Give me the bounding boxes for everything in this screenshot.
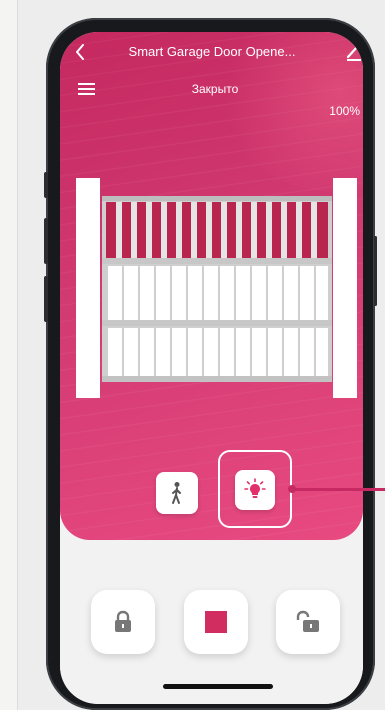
walking-person-icon [172, 482, 181, 504]
gate-upper-opening [106, 202, 328, 258]
phone-silent-switch [44, 172, 48, 198]
phone-volume-down [44, 276, 48, 322]
pedestrian-mode-button[interactable] [156, 472, 198, 514]
gate-illustration [76, 178, 357, 398]
light-bulb-icon [244, 478, 266, 498]
page-title: Smart Garage Door Opene... [128, 44, 296, 59]
open-button[interactable] [276, 590, 340, 654]
open-percentage: 100% [329, 104, 360, 118]
door-status-label: Закрыто [191, 82, 239, 96]
edit-icon[interactable] [345, 42, 363, 62]
background-panel [0, 0, 18, 710]
lock-closed-icon [115, 610, 131, 632]
light-button[interactable] [235, 470, 275, 510]
phone-volume-up [44, 218, 48, 264]
stop-icon [205, 611, 227, 633]
app-screen: Smart Garage Door Opene... Закрыто 100% [60, 32, 363, 704]
stop-button[interactable] [184, 590, 248, 654]
chevron-left-icon[interactable] [72, 42, 90, 62]
gate-left-post [76, 178, 100, 398]
gate-right-post [333, 178, 357, 398]
gate-lower-panels [108, 328, 328, 376]
lock-open-icon [296, 610, 319, 632]
home-indicator[interactable] [163, 684, 273, 689]
gate-middle-panels [108, 266, 328, 320]
close-button[interactable] [91, 590, 155, 654]
gate-hero-panel: Smart Garage Door Opene... Закрыто 100% [60, 32, 363, 540]
hamburger-menu-icon[interactable] [78, 82, 96, 96]
callout-line [292, 488, 385, 491]
top-bar: Smart Garage Door Opene... [60, 42, 363, 66]
phone-power-button [374, 236, 377, 306]
